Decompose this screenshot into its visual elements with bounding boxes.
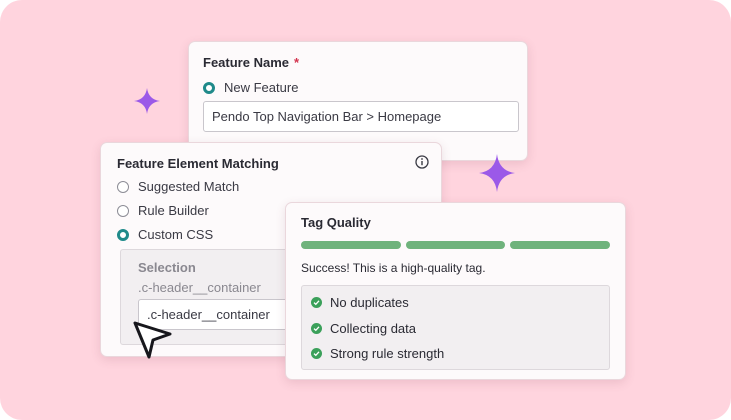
quality-bar-segment <box>301 241 401 249</box>
feature-name-title: Feature Name * <box>203 55 300 70</box>
info-icon[interactable] <box>415 155 429 169</box>
check-label: Strong rule strength <box>330 346 445 361</box>
check-label: Collecting data <box>330 321 416 336</box>
radio-button-selected[interactable] <box>203 81 215 94</box>
radio-button[interactable] <box>117 204 129 217</box>
check-item: Strong rule strength <box>311 346 444 361</box>
quality-bar-segment <box>510 241 610 249</box>
check-item: Collecting data <box>311 321 416 336</box>
radio-new-feature[interactable]: New Feature <box>203 80 298 95</box>
radio-custom-css[interactable]: Custom CSS <box>117 227 213 242</box>
tag-quality-title: Tag Quality <box>301 215 371 230</box>
radio-label: Custom CSS <box>138 227 214 242</box>
radio-label: Rule Builder <box>138 203 209 218</box>
check-item: No duplicates <box>311 295 409 310</box>
check-label: No duplicates <box>330 295 409 310</box>
radio-suggested-match[interactable]: Suggested Match <box>117 179 239 194</box>
radio-button[interactable] <box>117 180 129 193</box>
required-mark: * <box>293 55 300 70</box>
radio-button-selected[interactable] <box>117 228 129 241</box>
selection-label: Selection <box>138 260 196 275</box>
check-circle-icon <box>311 348 322 359</box>
tag-quality-card: Tag Quality Success! This is a high-qual… <box>285 202 626 380</box>
selection-preview: .c-header__container <box>138 280 261 295</box>
checks-panel: No duplicates Collecting data Strong rul… <box>301 285 610 370</box>
check-circle-icon <box>311 323 322 334</box>
element-matching-title: Feature Element Matching <box>117 156 279 171</box>
quality-message: Success! This is a high-quality tag. <box>301 261 486 275</box>
sparkle-icon <box>479 154 515 192</box>
radio-rule-builder[interactable]: Rule Builder <box>117 203 209 218</box>
radio-label: New Feature <box>224 80 299 95</box>
check-circle-icon <box>311 297 322 308</box>
radio-label: Suggested Match <box>138 179 240 194</box>
cursor-pointer-icon <box>133 321 172 359</box>
feature-name-input[interactable]: Pendo Top Navigation Bar > Homepage <box>203 101 519 132</box>
quality-bar-segment <box>406 241 505 249</box>
sparkle-icon <box>134 88 160 114</box>
